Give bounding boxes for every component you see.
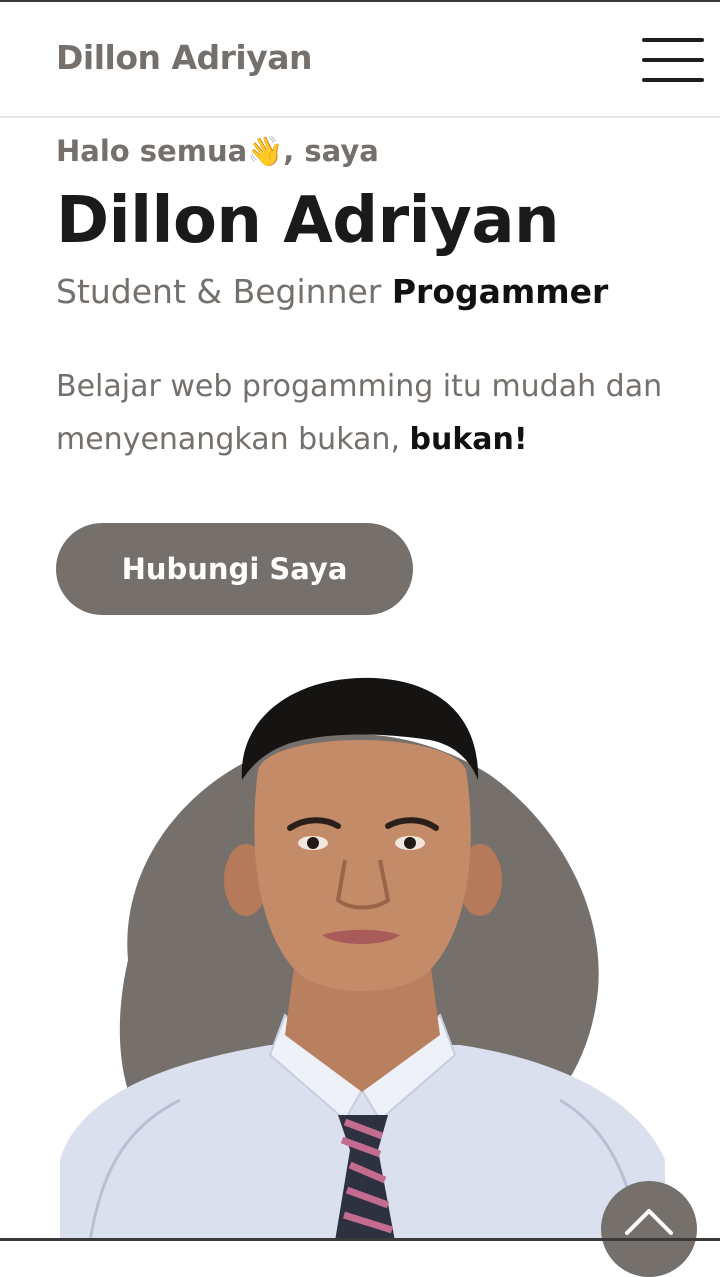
hamburger-bar: [642, 78, 704, 82]
hero-name: Dillon Adriyan: [56, 184, 560, 258]
tagline: Belajar web progamming itu mudah dan men…: [56, 360, 676, 466]
greeting: Halo semua👋, saya: [56, 134, 379, 169]
profile-photo: [0, 660, 720, 1242]
hamburger-bar: [642, 38, 704, 42]
contact-button[interactable]: Hubungi Saya: [56, 523, 413, 615]
hamburger-menu-icon[interactable]: [642, 38, 704, 86]
waving-hand-icon: 👋: [247, 134, 284, 168]
hamburger-bar: [642, 58, 704, 62]
brand-logo[interactable]: Dillon Adriyan: [56, 38, 313, 77]
role-highlight: Progammer: [391, 272, 609, 311]
role-line: Student & Beginner Progammer: [56, 272, 608, 311]
tagline-text: Belajar web progamming itu mudah dan men…: [56, 369, 663, 457]
chevron-up-icon: [625, 1209, 673, 1235]
scroll-to-top-button[interactable]: [601, 1181, 697, 1277]
tagline-highlight: bukan!: [409, 422, 528, 457]
role-prefix: Student & Beginner: [56, 272, 392, 311]
greeting-text: Halo semua: [56, 134, 248, 168]
greeting-suffix: , saya: [283, 134, 379, 168]
navbar: Dillon Adriyan: [0, 2, 720, 118]
face: [254, 740, 471, 991]
